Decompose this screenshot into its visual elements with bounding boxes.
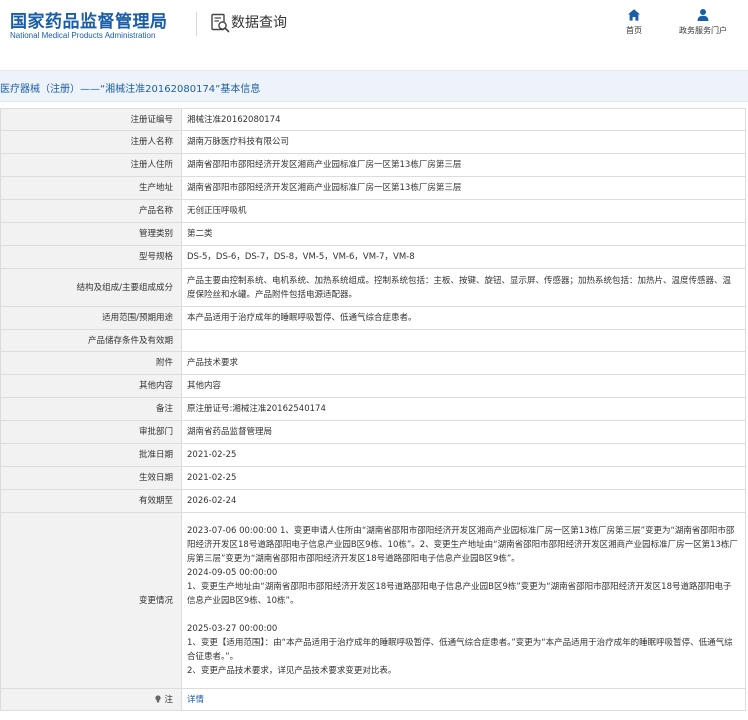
- field-value: 产品主要由控制系统、电机系统、加热系统组成。控制系统包括：主板、按键、旋钮、显示…: [181, 268, 746, 307]
- field-label: 审批部门: [0, 420, 182, 444]
- nav-portal-label: 政务服务门户: [679, 26, 727, 35]
- field-value: 原注册证号:湘械注准20162540174: [181, 397, 746, 421]
- table-row: 产品储存条件及有效期: [0, 329, 746, 352]
- change-history-value: 2023-07-06 00:00:00 1、变更申请人住所由“湖南省邵阳市邵阳经…: [181, 512, 746, 689]
- field-label: 适用范围/预期用途: [0, 306, 182, 330]
- search-document-icon: [211, 13, 230, 33]
- field-label: 批准日期: [0, 443, 182, 467]
- registration-info-table: 注册证编号 湘械注准20162080174 注册人名称 湖南万脉医疗科技有限公司…: [0, 108, 746, 711]
- field-value: 湖南省药品监督管理局: [181, 420, 746, 444]
- field-label: 注册人住所: [0, 153, 182, 177]
- field-label: 备注: [0, 397, 182, 421]
- logo-title-en: National Medical Products Administration: [10, 31, 156, 40]
- table-row: 其他内容 其他内容: [0, 374, 746, 398]
- field-label: 产品名称: [0, 199, 182, 223]
- field-label: 附件: [0, 351, 182, 375]
- note-label-cell: 注: [0, 688, 182, 711]
- header-divider: [196, 12, 197, 36]
- field-label: 注册人名称: [0, 130, 182, 154]
- nav-portal-link[interactable]: 政务服务门户: [672, 8, 734, 42]
- table-row: 型号规格 DS-5，DS-6，DS-7，DS-8，VM-5，VM-6，VM-7，…: [0, 245, 746, 269]
- field-value: 本产品适用于治疗成年的睡眠呼吸暂停、低通气综合症患者。: [181, 306, 746, 330]
- table-row: 管理类别 第二类: [0, 222, 746, 246]
- field-value: 第二类: [181, 222, 746, 246]
- field-value: 2021-02-25: [181, 466, 746, 490]
- note-label: 注: [164, 694, 173, 705]
- table-row: 备注 原注册证号:湘械注准20162540174: [0, 397, 746, 421]
- field-value: 湖南省邵阳市邵阳经济开发区湘商产业园标准厂房一区第13栋厂房第三层: [181, 153, 746, 177]
- table-row: 批准日期 2021-02-25: [0, 443, 746, 467]
- field-label: 型号规格: [0, 245, 182, 269]
- table-row: 审批部门 湖南省药品监督管理局: [0, 420, 746, 444]
- logo-title-cn[interactable]: 国家药品监督管理局: [10, 7, 168, 32]
- field-label: 变更情况: [0, 512, 182, 689]
- field-value: 产品技术要求: [181, 351, 746, 375]
- field-value: 无创正压呼吸机: [181, 199, 746, 223]
- field-value: 2021-02-25: [181, 443, 746, 467]
- table-row: 有效期至 2026-02-24: [0, 489, 746, 513]
- table-row: 注册人住所 湖南省邵阳市邵阳经济开发区湘商产业园标准厂房一区第13栋厂房第三层: [0, 153, 746, 177]
- section-title: 数据查询: [231, 15, 287, 31]
- home-icon: [628, 9, 640, 21]
- field-label: 注册证编号: [0, 108, 182, 131]
- table-row: 生产地址 湖南省邵阳市邵阳经济开发区湘商产业园标准厂房一区第13栋厂房第三层: [0, 176, 746, 200]
- nav-home-label: 首页: [626, 26, 642, 35]
- record-title: 医疗器械（注册）——“湘械注准20162080174”基本信息: [0, 84, 261, 95]
- field-label: 产品储存条件及有效期: [0, 329, 182, 352]
- field-value: 湘械注准20162080174: [181, 108, 746, 131]
- note-value-cell: 详情: [181, 688, 746, 711]
- field-label: 管理类别: [0, 222, 182, 246]
- table-row: 适用范围/预期用途 本产品适用于治疗成年的睡眠呼吸暂停、低通气综合症患者。: [0, 306, 746, 330]
- field-value: DS-5，DS-6，DS-7，DS-8，VM-5，VM-6，VM-7，VM-8: [181, 245, 746, 269]
- site-header: 国家药品监督管理局 National Medical Products Admi…: [0, 0, 748, 58]
- field-value: 湖南省邵阳市邵阳经济开发区湘商产业园标准厂房一区第13栋厂房第三层: [181, 176, 746, 200]
- table-row: 生效日期 2021-02-25: [0, 466, 746, 490]
- field-value: 湖南万脉医疗科技有限公司: [181, 130, 746, 154]
- table-row: 变更情况 2023-07-06 00:00:00 1、变更申请人住所由“湖南省邵…: [0, 512, 746, 689]
- field-value: [181, 329, 746, 352]
- table-row: 注册人名称 湖南万脉医疗科技有限公司: [0, 130, 746, 154]
- field-label: 有效期至: [0, 489, 182, 513]
- record-title-bar: 医疗器械（注册）——“湘械注准20162080174”基本信息: [0, 70, 748, 102]
- bulb-icon: [155, 694, 162, 702]
- table-row: 注册证编号 湘械注准20162080174: [0, 108, 746, 131]
- user-icon: [697, 9, 709, 21]
- details-link[interactable]: 详情: [187, 695, 204, 705]
- field-label: 其他内容: [0, 374, 182, 398]
- table-row: 附件 产品技术要求: [0, 351, 746, 375]
- field-label: 结构及组成/主要组成成分: [0, 268, 182, 307]
- nav-home-link[interactable]: 首页: [604, 8, 664, 42]
- field-value: 2026-02-24: [181, 489, 746, 513]
- field-value: 其他内容: [181, 374, 746, 398]
- field-label: 生产地址: [0, 176, 182, 200]
- table-row: 结构及组成/主要组成成分 产品主要由控制系统、电机系统、加热系统组成。控制系统包…: [0, 268, 746, 307]
- field-label: 生效日期: [0, 466, 182, 490]
- table-row: 注 详情: [0, 688, 746, 711]
- table-row: 产品名称 无创正压呼吸机: [0, 199, 746, 223]
